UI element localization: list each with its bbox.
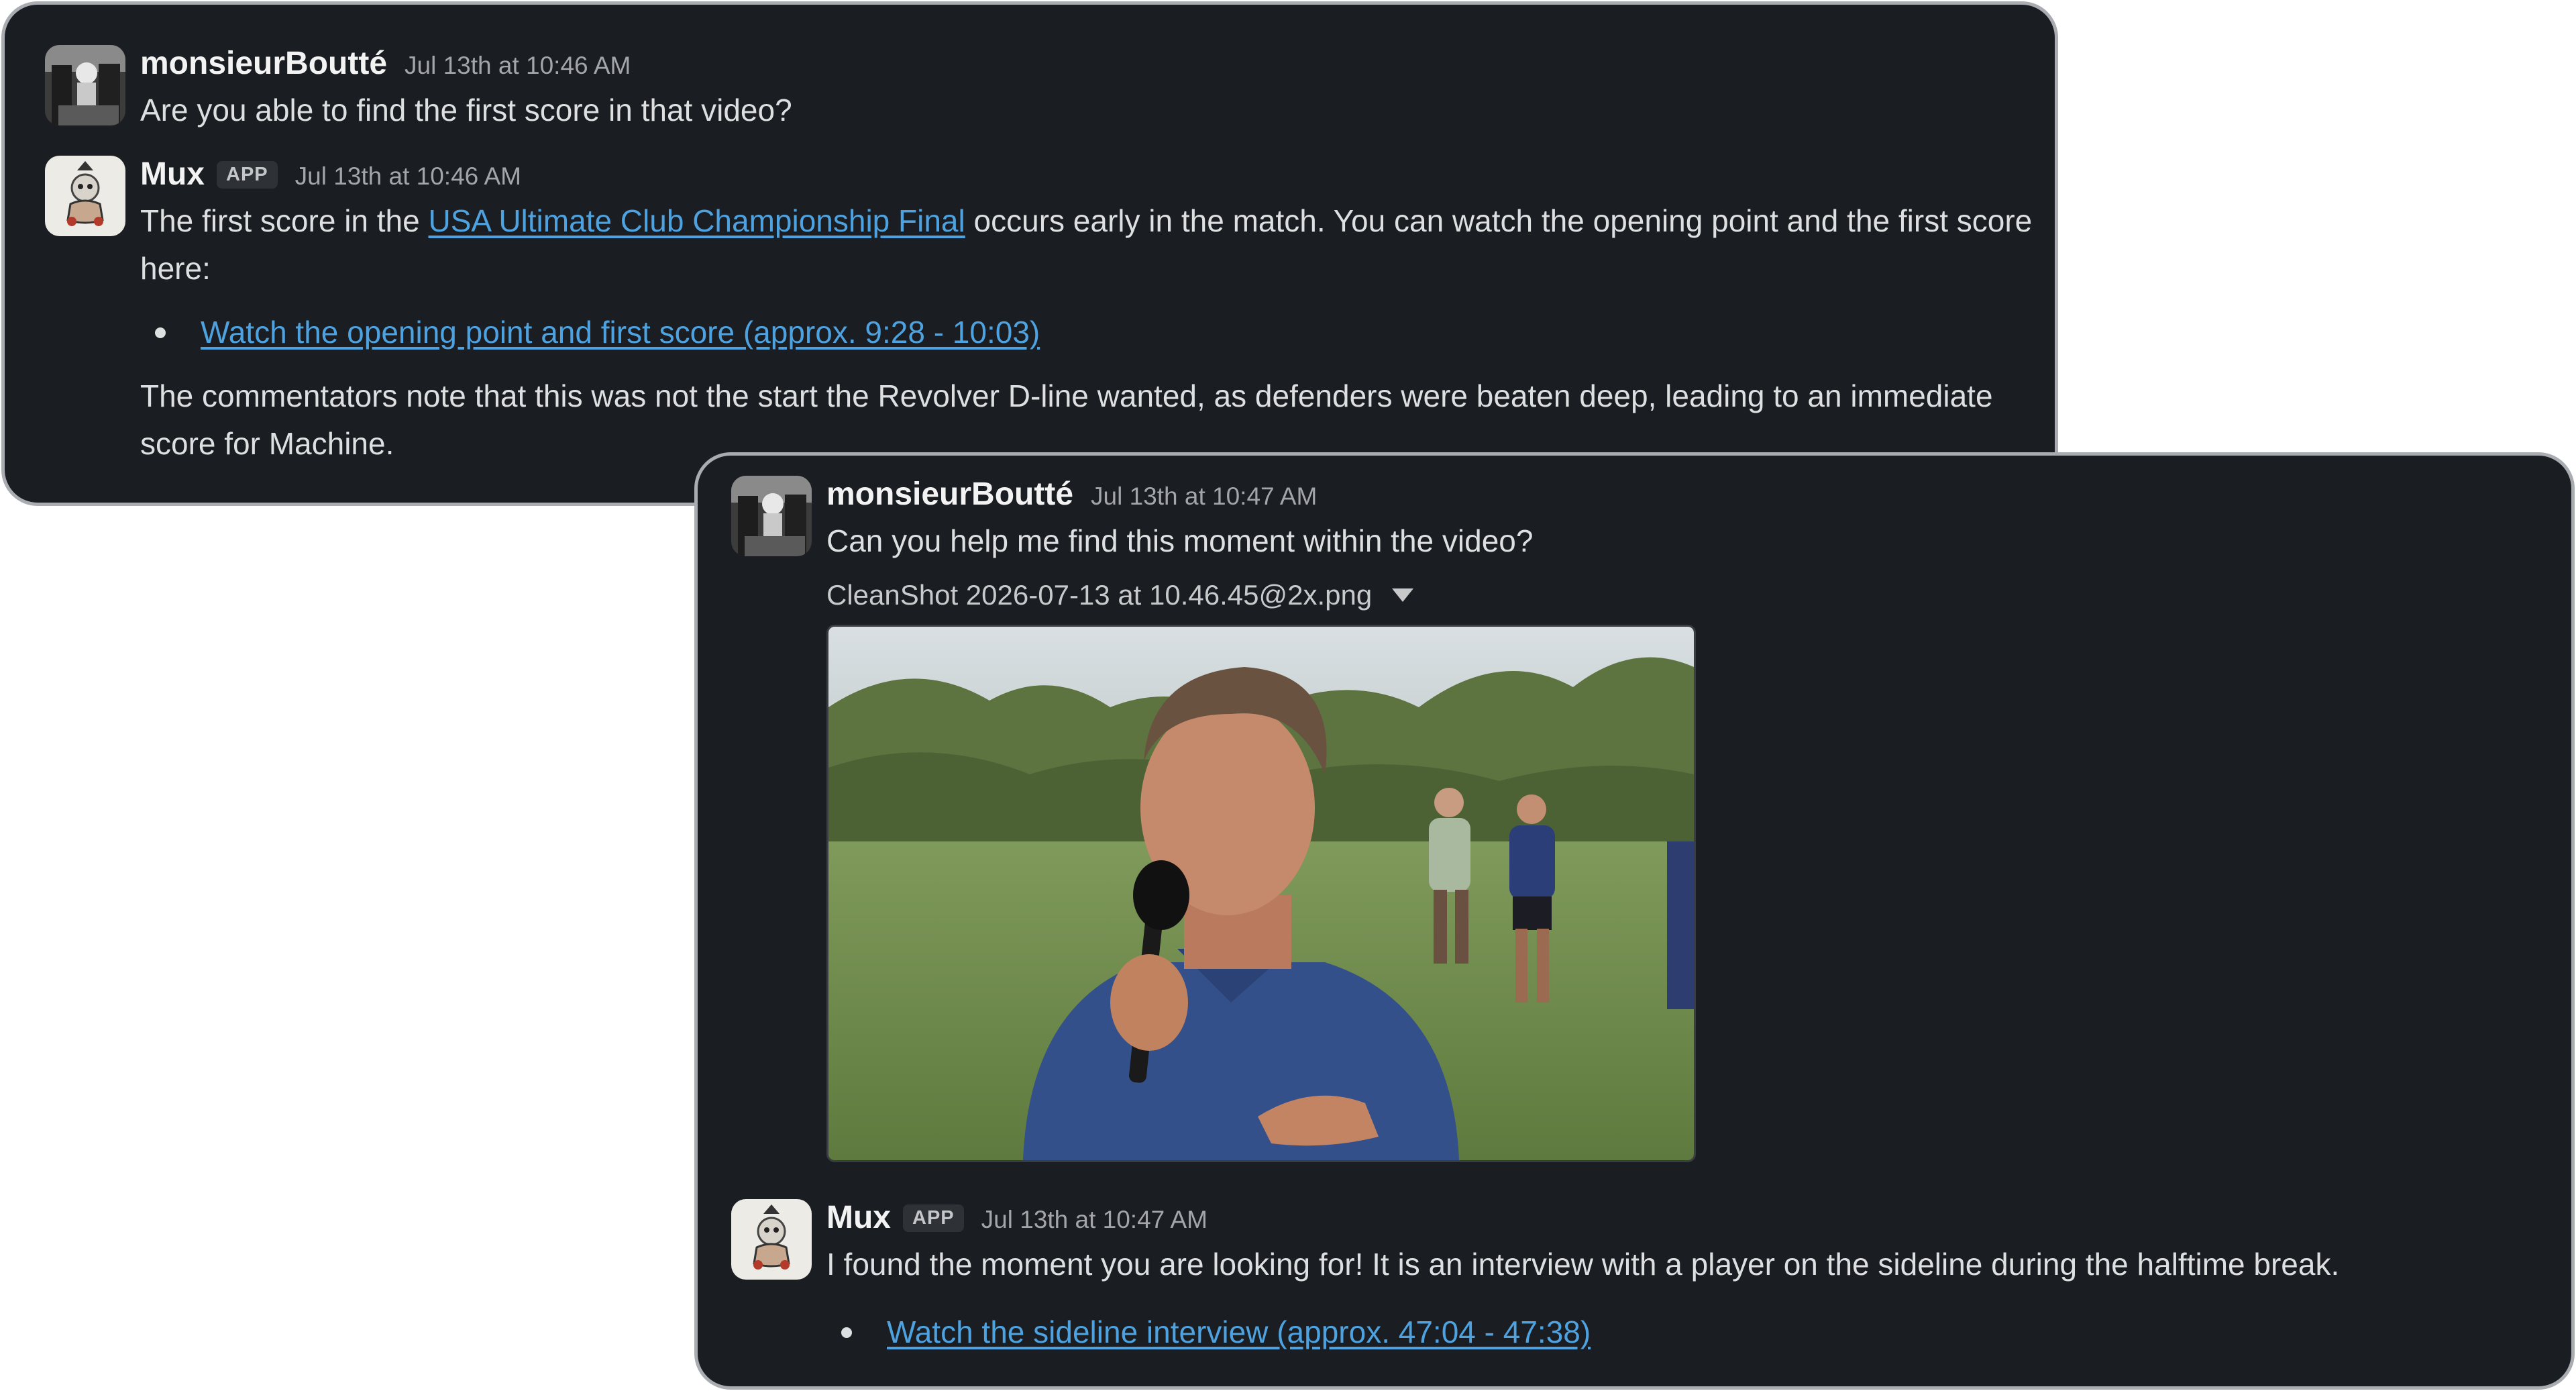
message-header: monsieurBoutté Jul 13th at 10:47 AM bbox=[826, 476, 1317, 523]
user-avatar-icon bbox=[45, 45, 125, 125]
avatar[interactable] bbox=[45, 156, 125, 236]
timestamp-link[interactable]: Watch the sideline interview (approx. 47… bbox=[887, 1315, 1591, 1349]
mux-avatar-icon bbox=[731, 1199, 812, 1280]
list-item: Watch the opening point and first score … bbox=[140, 309, 2052, 356]
chevron-down-icon[interactable] bbox=[1392, 588, 1414, 602]
timestamp[interactable]: Jul 13th at 10:47 AM bbox=[1091, 482, 1317, 511]
avatar[interactable] bbox=[731, 476, 812, 556]
author-name[interactable]: monsieurBoutté bbox=[140, 45, 387, 82]
message-paragraph: The first score in the USA Ultimate Club… bbox=[140, 197, 2052, 293]
app-badge: APP bbox=[903, 1204, 964, 1232]
message-body: The first score in the USA Ultimate Club… bbox=[140, 197, 2052, 468]
message-panel-bottom: monsieurBoutté Jul 13th at 10:47 AM Can … bbox=[694, 452, 2575, 1390]
avatar[interactable] bbox=[45, 45, 125, 125]
message-body: Can you help me find this moment within … bbox=[826, 517, 2504, 565]
author-name[interactable]: Mux bbox=[140, 156, 205, 193]
video-title-link[interactable]: USA Ultimate Club Championship Final bbox=[429, 203, 965, 238]
author-name[interactable]: monsieurBoutté bbox=[826, 476, 1073, 513]
list-item: Watch the sideline interview (approx. 47… bbox=[826, 1308, 2576, 1356]
attachment-image[interactable] bbox=[826, 625, 1696, 1162]
message-text: Are you able to find the first score in … bbox=[140, 93, 792, 127]
message-bot: Mux APP Jul 13th at 10:46 AM The first s… bbox=[45, 156, 2032, 471]
app-badge: APP bbox=[217, 161, 278, 189]
message-bot: Mux APP Jul 13th at 10:47 AM I found the… bbox=[731, 1199, 2556, 1380]
message-panel-top: monsieurBoutté Jul 13th at 10:46 AM Are … bbox=[1, 1, 2058, 506]
avatar[interactable] bbox=[731, 1199, 812, 1280]
message-text: I found the moment you are looking for! … bbox=[826, 1247, 2340, 1282]
attachment-header[interactable]: CleanShot 2026-07-13 at 10.46.45@2x.png bbox=[826, 575, 1414, 615]
message-body: Are you able to find the first score in … bbox=[140, 87, 2019, 134]
user-avatar-icon bbox=[731, 476, 812, 556]
author-name[interactable]: Mux bbox=[826, 1199, 891, 1236]
attachment-filename[interactable]: CleanShot 2026-07-13 at 10.46.45@2x.png bbox=[826, 579, 1372, 611]
message-text: Can you help me find this moment within … bbox=[826, 523, 1534, 558]
timestamp-link[interactable]: Watch the opening point and first score … bbox=[201, 315, 1040, 350]
timestamp[interactable]: Jul 13th at 10:47 AM bbox=[981, 1206, 1208, 1234]
timestamp[interactable]: Jul 13th at 10:46 AM bbox=[405, 52, 631, 80]
video-frame-image bbox=[828, 627, 1694, 1160]
mux-avatar-icon bbox=[45, 156, 125, 236]
message-text: The first score in the bbox=[140, 203, 429, 238]
bullet-icon bbox=[841, 1327, 852, 1338]
message-header: Mux APP Jul 13th at 10:47 AM bbox=[826, 1199, 1208, 1246]
message-user: monsieurBoutté Jul 13th at 10:46 AM Are … bbox=[45, 45, 2017, 132]
timestamp[interactable]: Jul 13th at 10:46 AM bbox=[295, 162, 521, 191]
message-user: monsieurBoutté Jul 13th at 10:47 AM Can … bbox=[731, 476, 2542, 1162]
bullet-icon bbox=[155, 327, 166, 338]
message-header: monsieurBoutté Jul 13th at 10:46 AM bbox=[140, 45, 631, 92]
message-header: Mux APP Jul 13th at 10:46 AM bbox=[140, 156, 521, 203]
message-body: I found the moment you are looking for! … bbox=[826, 1241, 2576, 1356]
